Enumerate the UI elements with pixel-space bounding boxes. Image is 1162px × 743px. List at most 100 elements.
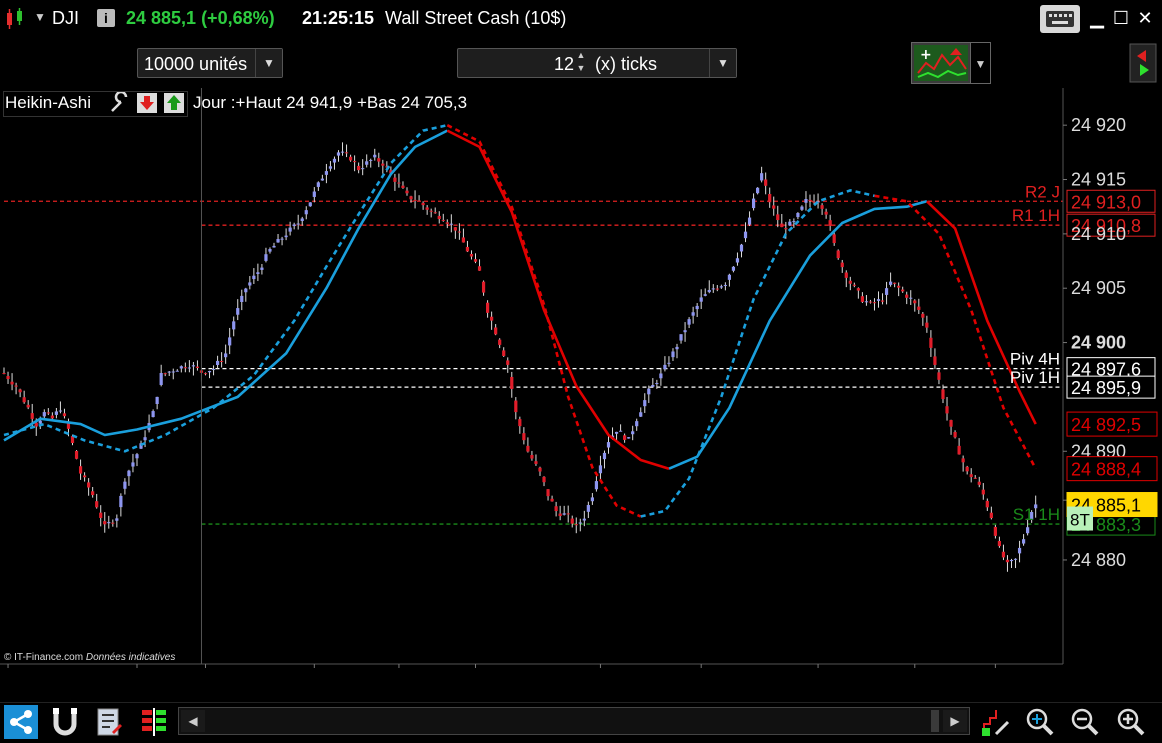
candle-body: [703, 294, 707, 296]
candle-body: [14, 385, 18, 387]
candle-body: [429, 210, 433, 212]
candle-body: [300, 218, 304, 222]
candle-body: [671, 351, 675, 358]
candle-body: [481, 281, 486, 293]
candle-body: [747, 217, 752, 225]
wrench-icon[interactable]: [108, 92, 132, 114]
candle-body: [308, 202, 312, 207]
candle-body: [46, 412, 50, 414]
candle-body: [58, 410, 63, 412]
candle-body: [635, 421, 639, 427]
candle-body: [901, 289, 905, 292]
candle-body: [667, 362, 671, 364]
candle-body: [207, 371, 212, 373]
candle-body: [623, 435, 627, 440]
candle-body: [143, 437, 147, 441]
share-icon[interactable]: [4, 705, 38, 739]
quantity-value: 10000 unités: [144, 54, 248, 74]
zoom-in-icon[interactable]: [1114, 706, 1148, 738]
indicators-button[interactable]: +: [911, 42, 971, 84]
tick-count-input[interactable]: 12: [554, 49, 574, 79]
y-tick-label: 24 880: [1071, 550, 1126, 570]
candle-body: [127, 470, 131, 477]
candle-body: [836, 250, 840, 259]
scroll-right-icon[interactable]: ▶: [943, 710, 967, 732]
draw-tool-icon[interactable]: [980, 706, 1012, 738]
candle-body: [469, 253, 474, 257]
candle-body: [381, 163, 385, 166]
candle-body: [614, 431, 619, 434]
order-book-icon[interactable]: [138, 706, 170, 738]
candle-body: [538, 467, 542, 472]
candle-body: [445, 222, 449, 224]
candle-body: [421, 202, 425, 206]
candle-body: [957, 445, 961, 455]
magnet-icon[interactable]: [50, 706, 80, 738]
ma-line-dashed: [640, 189, 875, 518]
candle-body: [679, 334, 683, 341]
candle-body: [211, 369, 216, 371]
zoom-out-icon[interactable]: [1068, 706, 1102, 738]
candlestick-chart-icon[interactable]: [4, 7, 26, 31]
candle-body: [784, 228, 788, 230]
tick-interval-control[interactable]: 12 ▲ ▼ (x) ticks ▼: [457, 48, 737, 78]
zoom-fit-icon[interactable]: [1022, 706, 1058, 738]
candle-body: [884, 288, 889, 295]
candle-body: [288, 227, 292, 232]
candle-body: [989, 512, 993, 519]
candle-body: [465, 246, 470, 252]
chart-area[interactable]: R2 J 24 913,0 R1 1H 24 910,8 Piv 4H 24 897,6 P…: [0, 88, 1162, 692]
candle-body: [876, 299, 881, 301]
candle-body: [264, 254, 268, 261]
candle-body: [244, 288, 248, 293]
candle-body: [377, 158, 381, 162]
indicators-icon: +: [914, 45, 968, 81]
chevron-down-icon[interactable]: ▼: [709, 49, 736, 77]
notes-icon[interactable]: [94, 706, 124, 738]
quantity-select[interactable]: 10000 unités ▼: [137, 48, 283, 78]
candle-body: [602, 452, 607, 460]
chart-scrollbar[interactable]: ◀ ▶: [178, 707, 970, 735]
candle-body: [550, 498, 554, 502]
candle-body: [687, 319, 691, 325]
price-marker-label: 24 892,5: [1071, 415, 1141, 435]
scroll-left-icon[interactable]: ◀: [181, 710, 205, 732]
chart-style-label[interactable]: Heikin-Ashi: [5, 93, 91, 113]
candle-body: [953, 432, 957, 438]
symbol-dropdown-icon[interactable]: ▼: [34, 10, 46, 24]
candle-body: [171, 371, 175, 373]
candle-body: [348, 156, 353, 161]
tick-spinner-icon[interactable]: ▲ ▼: [574, 49, 588, 77]
candle-body: [276, 239, 280, 243]
candle-body: [292, 224, 296, 227]
candle-body: [232, 321, 236, 330]
price-chart[interactable]: R2 J24 913,0R1 1H24 910,8Piv 4H24 897,6P…: [0, 88, 1162, 692]
maximize-button[interactable]: ☐: [1110, 7, 1132, 29]
candle-body: [606, 442, 611, 448]
indicators-dropdown[interactable]: ▼: [971, 42, 991, 84]
keyboard-button[interactable]: [1040, 5, 1080, 33]
candle-body: [756, 187, 760, 194]
candle-body: [683, 330, 687, 333]
candle-body: [856, 288, 860, 291]
sync-arrows-icon[interactable]: [1128, 42, 1158, 84]
candle-body: [397, 182, 401, 184]
y-tick-label: 24 920: [1071, 115, 1126, 135]
info-icon[interactable]: i: [97, 9, 115, 27]
candle-body: [256, 272, 260, 274]
chevron-down-icon[interactable]: ▼: [255, 49, 282, 77]
ma-line-solid: [446, 129, 670, 470]
candle-body: [437, 215, 441, 220]
candle-body: [163, 373, 167, 375]
minimize-button[interactable]: ▁: [1086, 7, 1108, 29]
candle-body: [280, 238, 284, 240]
close-button[interactable]: ✕: [1134, 7, 1156, 29]
symbol-label[interactable]: DJI: [52, 8, 79, 29]
candle-body: [115, 518, 119, 521]
candle-body: [30, 413, 34, 419]
candle-body: [369, 159, 373, 161]
candle-body: [50, 415, 54, 419]
sell-arrow-icon[interactable]: [136, 92, 160, 114]
buy-arrow-icon[interactable]: [163, 92, 187, 114]
scroll-thumb[interactable]: [931, 710, 939, 732]
